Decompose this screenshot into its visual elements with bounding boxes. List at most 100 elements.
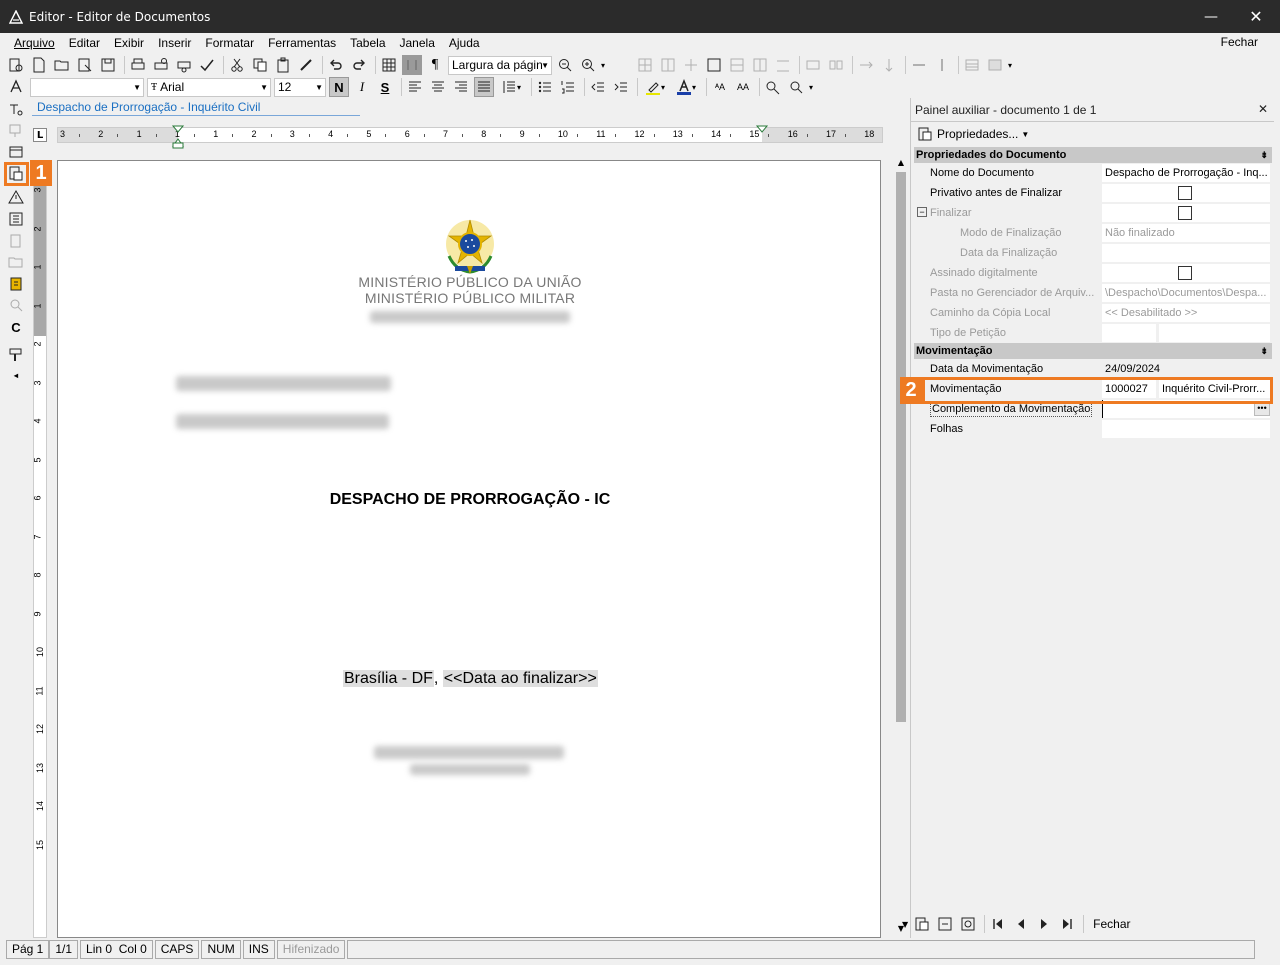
previous-record-icon[interactable] <box>1011 914 1031 934</box>
group-movement[interactable]: Movimentação ⇟ <box>914 343 1272 359</box>
bullet-list-icon[interactable] <box>535 77 555 97</box>
menu-inserir[interactable]: Inserir <box>158 36 191 50</box>
new-document-icon[interactable] <box>29 55 49 75</box>
scroll-thumb[interactable] <box>896 172 906 722</box>
status-page-count: 1/1 <box>49 940 79 959</box>
align-justify-icon[interactable] <box>474 77 494 97</box>
new-from-template-icon[interactable] <box>6 55 26 75</box>
underline-button[interactable]: S <box>375 77 395 97</box>
highlight-icon[interactable]: ▾ <box>641 77 669 97</box>
copy-icon[interactable] <box>250 55 270 75</box>
right-indent-marker-icon[interactable] <box>756 125 768 135</box>
lowercase-icon[interactable]: AA <box>733 77 753 97</box>
line-spacing-icon[interactable]: ▾ <box>497 77 525 97</box>
document-scrollbar[interactable]: ▲ ▼ <box>893 158 909 938</box>
preview-tool-icon[interactable] <box>7 144 25 162</box>
bold-button[interactable]: N <box>329 77 349 97</box>
tab-stop-selector[interactable]: L <box>33 128 47 142</box>
panel-close-button[interactable]: Fechar <box>1093 917 1130 931</box>
print-icon[interactable] <box>128 55 148 75</box>
menu-formatar[interactable]: Formatar <box>205 36 254 50</box>
doc-properties-icon[interactable] <box>912 914 932 934</box>
movement-date-field[interactable]: 24/09/2024 <box>1102 360 1270 378</box>
document-tab[interactable]: Despacho de Prorrogação - Inquérito Civi… <box>32 98 360 116</box>
open-folder-icon[interactable] <box>52 55 72 75</box>
menu-tabela[interactable]: Tabela <box>350 36 385 50</box>
place-field[interactable]: Brasília - DF <box>343 670 434 687</box>
menu-ferramentas[interactable]: Ferramentas <box>268 36 336 50</box>
collapse-toggle-icon[interactable]: − <box>917 207 927 217</box>
document-page[interactable]: MINISTÉRIO PÚBLICO DA UNIÃO MINISTÉRIO P… <box>57 160 881 938</box>
finalize-checkbox[interactable] <box>1178 206 1192 220</box>
print-setup-icon[interactable] <box>174 55 194 75</box>
insert-table-icon[interactable] <box>379 55 399 75</box>
open-recent-icon[interactable] <box>75 55 95 75</box>
find-icon[interactable] <box>763 77 783 97</box>
align-left-icon[interactable] <box>405 77 425 97</box>
private-checkbox[interactable] <box>1178 186 1192 200</box>
increase-indent-icon[interactable] <box>611 77 631 97</box>
panel-close-icon[interactable]: ✕ <box>1258 102 1268 116</box>
minimize-button[interactable]: — <box>1188 0 1234 33</box>
indent-marker-icon[interactable] <box>172 125 184 149</box>
decrease-indent-icon[interactable] <box>588 77 608 97</box>
font-combo[interactable]: Ŧ Arial ▼ <box>147 77 271 97</box>
pilcrow-icon[interactable]: ¶ <box>425 55 445 75</box>
menu-arquivo[interactable]: Arquivo <box>14 36 55 50</box>
warning-tool-icon[interactable] <box>7 188 25 206</box>
redo-icon[interactable] <box>349 55 369 75</box>
styles-icon[interactable] <box>6 77 26 97</box>
save-icon[interactable] <box>98 55 118 75</box>
scroll-down-icon[interactable]: ▼ <box>902 920 908 929</box>
uppercase-icon[interactable]: ᴬA <box>710 77 730 97</box>
properties-dropdown[interactable]: Propriedades... ▼ <box>911 122 1274 146</box>
document-name-field[interactable]: Despacho de Prorrogação - Inq... <box>1102 164 1270 182</box>
align-right-icon[interactable] <box>451 77 471 97</box>
align-center-icon[interactable] <box>428 77 448 97</box>
doc-history-icon[interactable] <box>958 914 978 934</box>
cut-icon[interactable] <box>227 55 247 75</box>
numbered-list-icon[interactable] <box>558 77 578 97</box>
paste-icon[interactable] <box>273 55 293 75</box>
close-window-button[interactable]: ✕ <box>1233 0 1279 33</box>
undo-icon[interactable] <box>326 55 346 75</box>
sheets-field[interactable] <box>1102 420 1270 438</box>
menu-editar[interactable]: Editar <box>69 36 100 50</box>
group-document-properties[interactable]: Propriedades do Documento ⇟ <box>914 147 1272 163</box>
columns-icon[interactable] <box>402 55 422 75</box>
font-size-combo[interactable]: 12 ▼ <box>274 77 326 97</box>
font-color-icon[interactable]: ▾ <box>672 77 700 97</box>
menu-exibir[interactable]: Exibir <box>114 36 144 50</box>
zoom-out-icon[interactable] <box>555 55 575 75</box>
date-field[interactable]: <<Data ao finalizar>> <box>442 670 598 687</box>
toolbar-overflow-icon[interactable]: ▾ <box>809 83 813 92</box>
paint-tool-icon[interactable] <box>7 346 25 364</box>
left-toolbar-overflow-icon[interactable]: ◂ <box>7 366 25 384</box>
first-record-icon[interactable] <box>988 914 1008 934</box>
text-tool-icon[interactable] <box>7 100 25 118</box>
format-painter-icon[interactable] <box>296 55 316 75</box>
print-preview-icon[interactable] <box>151 55 171 75</box>
menu-close-document[interactable]: Fechar <box>1221 35 1258 49</box>
menu-ajuda[interactable]: Ajuda <box>449 36 480 50</box>
list-tool-icon[interactable] <box>7 210 25 228</box>
signature-tool-icon[interactable] <box>7 275 25 293</box>
toolbar-overflow-icon[interactable]: ▾ <box>1008 61 1012 70</box>
last-record-icon[interactable] <box>1057 914 1077 934</box>
vertical-ruler[interactable]: 3 2 1 1 2 3 4 5 6 7 8 9 10 11 12 13 14 15 <box>33 160 47 938</box>
zoom-in-icon[interactable] <box>578 55 598 75</box>
style-combo[interactable]: ▼ <box>30 77 144 97</box>
spellcheck-icon[interactable] <box>197 55 217 75</box>
doc-attachments-icon[interactable] <box>935 914 955 934</box>
collapse-icon[interactable]: ⇟ <box>1260 343 1268 359</box>
scroll-up-icon[interactable]: ▲ <box>893 158 909 170</box>
toolbar-overflow-icon[interactable]: ▾ <box>601 61 605 70</box>
replace-icon[interactable] <box>786 77 806 97</box>
c-tool-icon[interactable]: C <box>7 318 25 336</box>
menu-janela[interactable]: Janela <box>400 36 435 50</box>
italic-button[interactable]: I <box>352 77 372 97</box>
zoom-combo[interactable]: Largura da págin ▼ <box>448 55 552 75</box>
next-record-icon[interactable] <box>1034 914 1054 934</box>
border-outline-icon[interactable] <box>704 55 724 75</box>
collapse-icon[interactable]: ⇟ <box>1260 147 1268 163</box>
